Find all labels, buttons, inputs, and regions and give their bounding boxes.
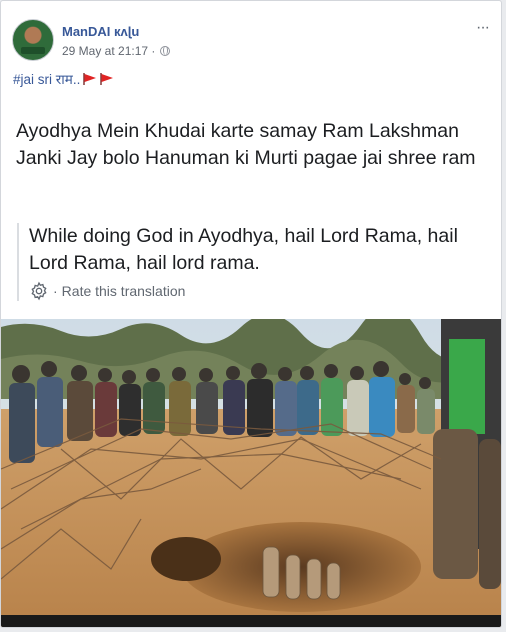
author-avatar[interactable] bbox=[12, 19, 54, 61]
globe-icon[interactable] bbox=[160, 46, 171, 56]
rate-translation-row: · Rate this translation bbox=[29, 281, 487, 301]
rate-translation-link[interactable]: Rate this translation bbox=[62, 283, 186, 299]
post-meta: 29 May at 21:17 · bbox=[62, 44, 171, 58]
post-photo[interactable] bbox=[1, 319, 501, 627]
more-options-icon[interactable]: ··· bbox=[476, 19, 490, 37]
hashtag-link[interactable]: #jai sri राम.. bbox=[13, 70, 80, 88]
author-name[interactable]: ManDAI кʌɭu bbox=[62, 24, 139, 39]
post-timestamp[interactable]: 29 May at 21:17 · bbox=[62, 44, 155, 58]
post-hashtag-line: #jai sri राम.. bbox=[13, 70, 114, 88]
post-original-text: Ayodhya Mein Khudai karte samay Ram Laks… bbox=[16, 120, 476, 169]
flag-icon bbox=[100, 73, 114, 85]
avatar-badge bbox=[21, 47, 45, 54]
flag-icon bbox=[83, 73, 97, 85]
post-card: ManDAI кʌɭu 29 May at 21:17 · ··· #jai s… bbox=[0, 0, 502, 628]
rate-separator: · bbox=[53, 283, 58, 299]
translation-text: While doing God in Ayodhya, hail Lord Ra… bbox=[29, 225, 458, 274]
gear-icon[interactable] bbox=[29, 281, 49, 301]
translation-block: While doing God in Ayodhya, hail Lord Ra… bbox=[17, 223, 487, 301]
